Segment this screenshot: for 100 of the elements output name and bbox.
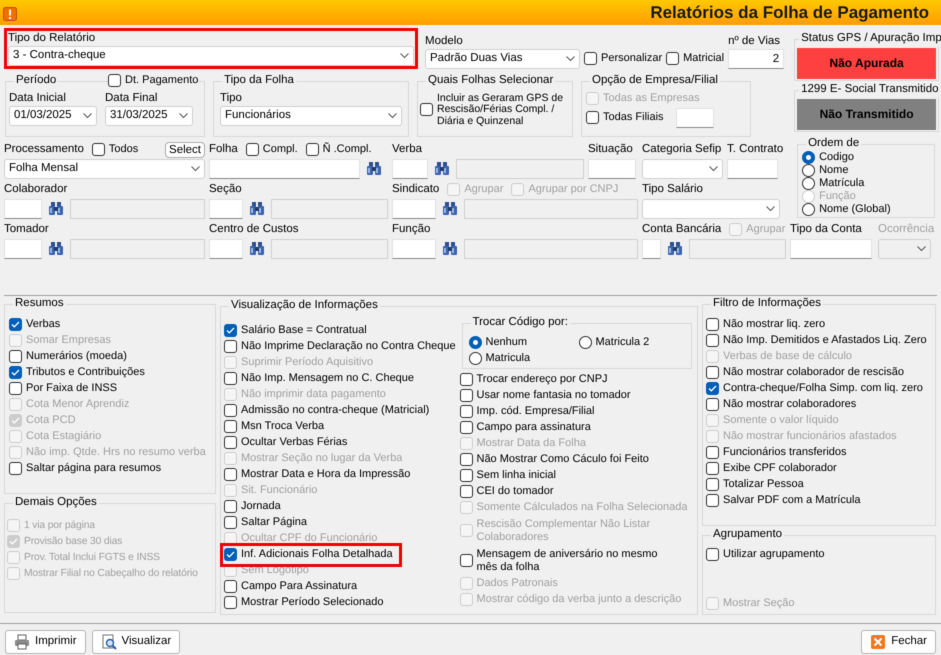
- text-field[interactable]: [392, 158, 428, 179]
- field-label: Modelo: [425, 35, 464, 49]
- text-field[interactable]: [790, 238, 872, 259]
- text-field[interactable]: [392, 238, 436, 259]
- text-field[interactable]: [209, 198, 243, 219]
- preview-button[interactable]: Visualizar: [92, 630, 180, 654]
- chevron-down-icon: [388, 112, 397, 119]
- checkbox[interactable]: Salário Base = Contratual: [224, 322, 460, 339]
- checkbox[interactable]: Saltar Página: [224, 514, 460, 531]
- dropdown[interactable]: 31/03/2025: [105, 106, 193, 126]
- checkbox[interactable]: Imp. cód. Empresa/Filial: [460, 404, 694, 420]
- checkbox[interactable]: Matricial: [666, 50, 724, 67]
- radio-button[interactable]: Nenhum: [468, 334, 578, 351]
- group-label: Quais Folhas Selecionar: [426, 74, 556, 88]
- checkbox[interactable]: Msn Troca Verba: [224, 418, 460, 435]
- checkbox[interactable]: Ñ .Compl.: [306, 142, 372, 158]
- checkbox[interactable]: Salvar PDF com a Matrícula: [706, 492, 932, 509]
- radio-button[interactable]: Matricula: [468, 350, 578, 367]
- checkbox[interactable]: Saltar página para resumos: [9, 460, 211, 477]
- print-button[interactable]: Imprimir: [5, 630, 86, 654]
- binoculars-icon[interactable]: [442, 202, 458, 216]
- dropdown[interactable]: 01/03/2025: [9, 106, 97, 126]
- checkbox[interactable]: Incluir as Geraram GPS de Rescisão/Férias Compl. / Diária e Quinzenal: [420, 92, 570, 128]
- text-field[interactable]: 2: [728, 48, 784, 69]
- checkbox[interactable]: Campo para assinatura: [460, 420, 694, 436]
- dropdown[interactable]: Funcionários: [220, 106, 402, 126]
- checkbox[interactable]: Admissão no contra-cheque (Matricial): [224, 402, 460, 419]
- checkbox[interactable]: Totalizar Pessoa: [706, 476, 932, 493]
- checkbox[interactable]: Dt. Pagamento: [108, 72, 198, 89]
- radio-button[interactable]: Codigo: [802, 151, 930, 164]
- checkbox[interactable]: Por Faixa de INSS: [9, 380, 211, 397]
- text-field[interactable]: [676, 108, 714, 128]
- binoculars-icon[interactable]: [48, 242, 64, 256]
- checkbox[interactable]: Mostrar Período Selecionado: [224, 594, 460, 611]
- text-field[interactable]: [456, 158, 584, 179]
- checkbox[interactable]: Não Imp. Mensagem no C. Cheque: [224, 370, 460, 387]
- text-field[interactable]: [4, 198, 42, 219]
- select-button[interactable]: Select: [165, 142, 205, 158]
- checkbox[interactable]: Não mostrar colaboradores: [706, 396, 932, 413]
- checkbox[interactable]: Sem linha inicial: [460, 468, 694, 484]
- text-field[interactable]: [727, 158, 778, 179]
- checkbox[interactable]: Não mostrar colaborador de rescisão: [706, 364, 932, 381]
- field-label: Tipo do Relatório: [8, 32, 96, 46]
- binoculars-icon[interactable]: [248, 202, 265, 216]
- binoculars-icon[interactable]: [434, 162, 450, 176]
- text-field[interactable]: [209, 158, 360, 179]
- dropdown[interactable]: 3 - Contra-cheque: [8, 46, 414, 66]
- checkbox[interactable]: Não Mostrar Como Cáculo foi Feito: [460, 452, 694, 468]
- dropdown[interactable]: Padrão Duas Vias: [425, 48, 580, 69]
- group-label: Opção de Empresa/Filial: [590, 74, 720, 88]
- checkbox[interactable]: Funcionários transferidos: [706, 444, 932, 461]
- checkbox[interactable]: Todas Filiais: [586, 106, 746, 129]
- checkbox[interactable]: Jornada: [224, 498, 460, 515]
- field-label: Centro de Custos: [209, 222, 298, 237]
- text-field[interactable]: [689, 238, 786, 259]
- checkbox[interactable]: Todos: [92, 142, 138, 158]
- checkbox[interactable]: Tributos e Contribuições: [9, 364, 211, 381]
- binoculars-icon[interactable]: [366, 162, 382, 176]
- binoculars-icon[interactable]: [248, 242, 265, 256]
- text-field[interactable]: [464, 238, 638, 259]
- checkbox[interactable]: Mostrar Data e Hora da Impressão: [224, 466, 460, 483]
- text-field[interactable]: [70, 238, 205, 259]
- warning-icon: [3, 7, 17, 21]
- checkbox[interactable]: Verbas: [9, 316, 211, 333]
- checkbox[interactable]: Não mostrar liq. zero: [706, 316, 932, 333]
- text-field[interactable]: [270, 198, 388, 219]
- binoculars-icon[interactable]: [667, 242, 684, 256]
- printer-icon: [14, 634, 30, 650]
- close-button[interactable]: Fechar: [861, 630, 936, 654]
- checkbox[interactable]: Trocar endereço por CNPJ: [460, 372, 694, 388]
- dropdown[interactable]: Folha Mensal: [4, 158, 205, 179]
- checkbox[interactable]: Não Imp. Demitidos e Afastados Liq. Zero: [706, 332, 932, 349]
- checkbox[interactable]: Contra-cheque/Folha Simp. com liq. zero: [706, 380, 932, 397]
- text-field[interactable]: [270, 238, 388, 259]
- binoculars-icon[interactable]: [442, 242, 458, 256]
- checkbox[interactable]: Compl.: [246, 142, 298, 158]
- radio-button[interactable]: Nome (Global): [802, 203, 930, 216]
- checkmark-icon: [708, 384, 717, 394]
- checkbox[interactable]: CEI do tomador: [460, 484, 694, 500]
- binoculars-icon[interactable]: [48, 202, 64, 216]
- text-field[interactable]: [588, 158, 636, 179]
- text-field[interactable]: [70, 198, 205, 219]
- checkbox[interactable]: Personalizar: [584, 50, 662, 67]
- text-field[interactable]: [392, 198, 436, 219]
- checkbox[interactable]: Não Imprime Declaração no Contra Cheque: [224, 338, 460, 355]
- checkbox[interactable]: Utilizar agrupamento: [706, 546, 932, 563]
- magnifier-icon: [100, 634, 117, 650]
- text-field[interactable]: [464, 198, 638, 219]
- checkbox[interactable]: Campo Para Assinatura: [224, 578, 460, 595]
- radio-button[interactable]: Nome: [802, 164, 930, 177]
- text-field[interactable]: [4, 238, 42, 259]
- text-field[interactable]: [209, 238, 243, 259]
- checkbox[interactable]: Mensagem de aniversário no mesmo mês da folha: [460, 546, 660, 576]
- checkbox[interactable]: Exibe CPF colaborador: [706, 460, 932, 477]
- text-field[interactable]: [642, 238, 662, 259]
- radio-button[interactable]: Matrícula: [802, 177, 930, 190]
- radio-button[interactable]: Matricula 2: [578, 334, 688, 351]
- checkbox[interactable]: Usar nome fantasia no tomador: [460, 388, 694, 404]
- checkbox[interactable]: Numerários (moeda): [9, 348, 211, 365]
- checkbox[interactable]: Ocultar Verbas Férias: [224, 434, 460, 451]
